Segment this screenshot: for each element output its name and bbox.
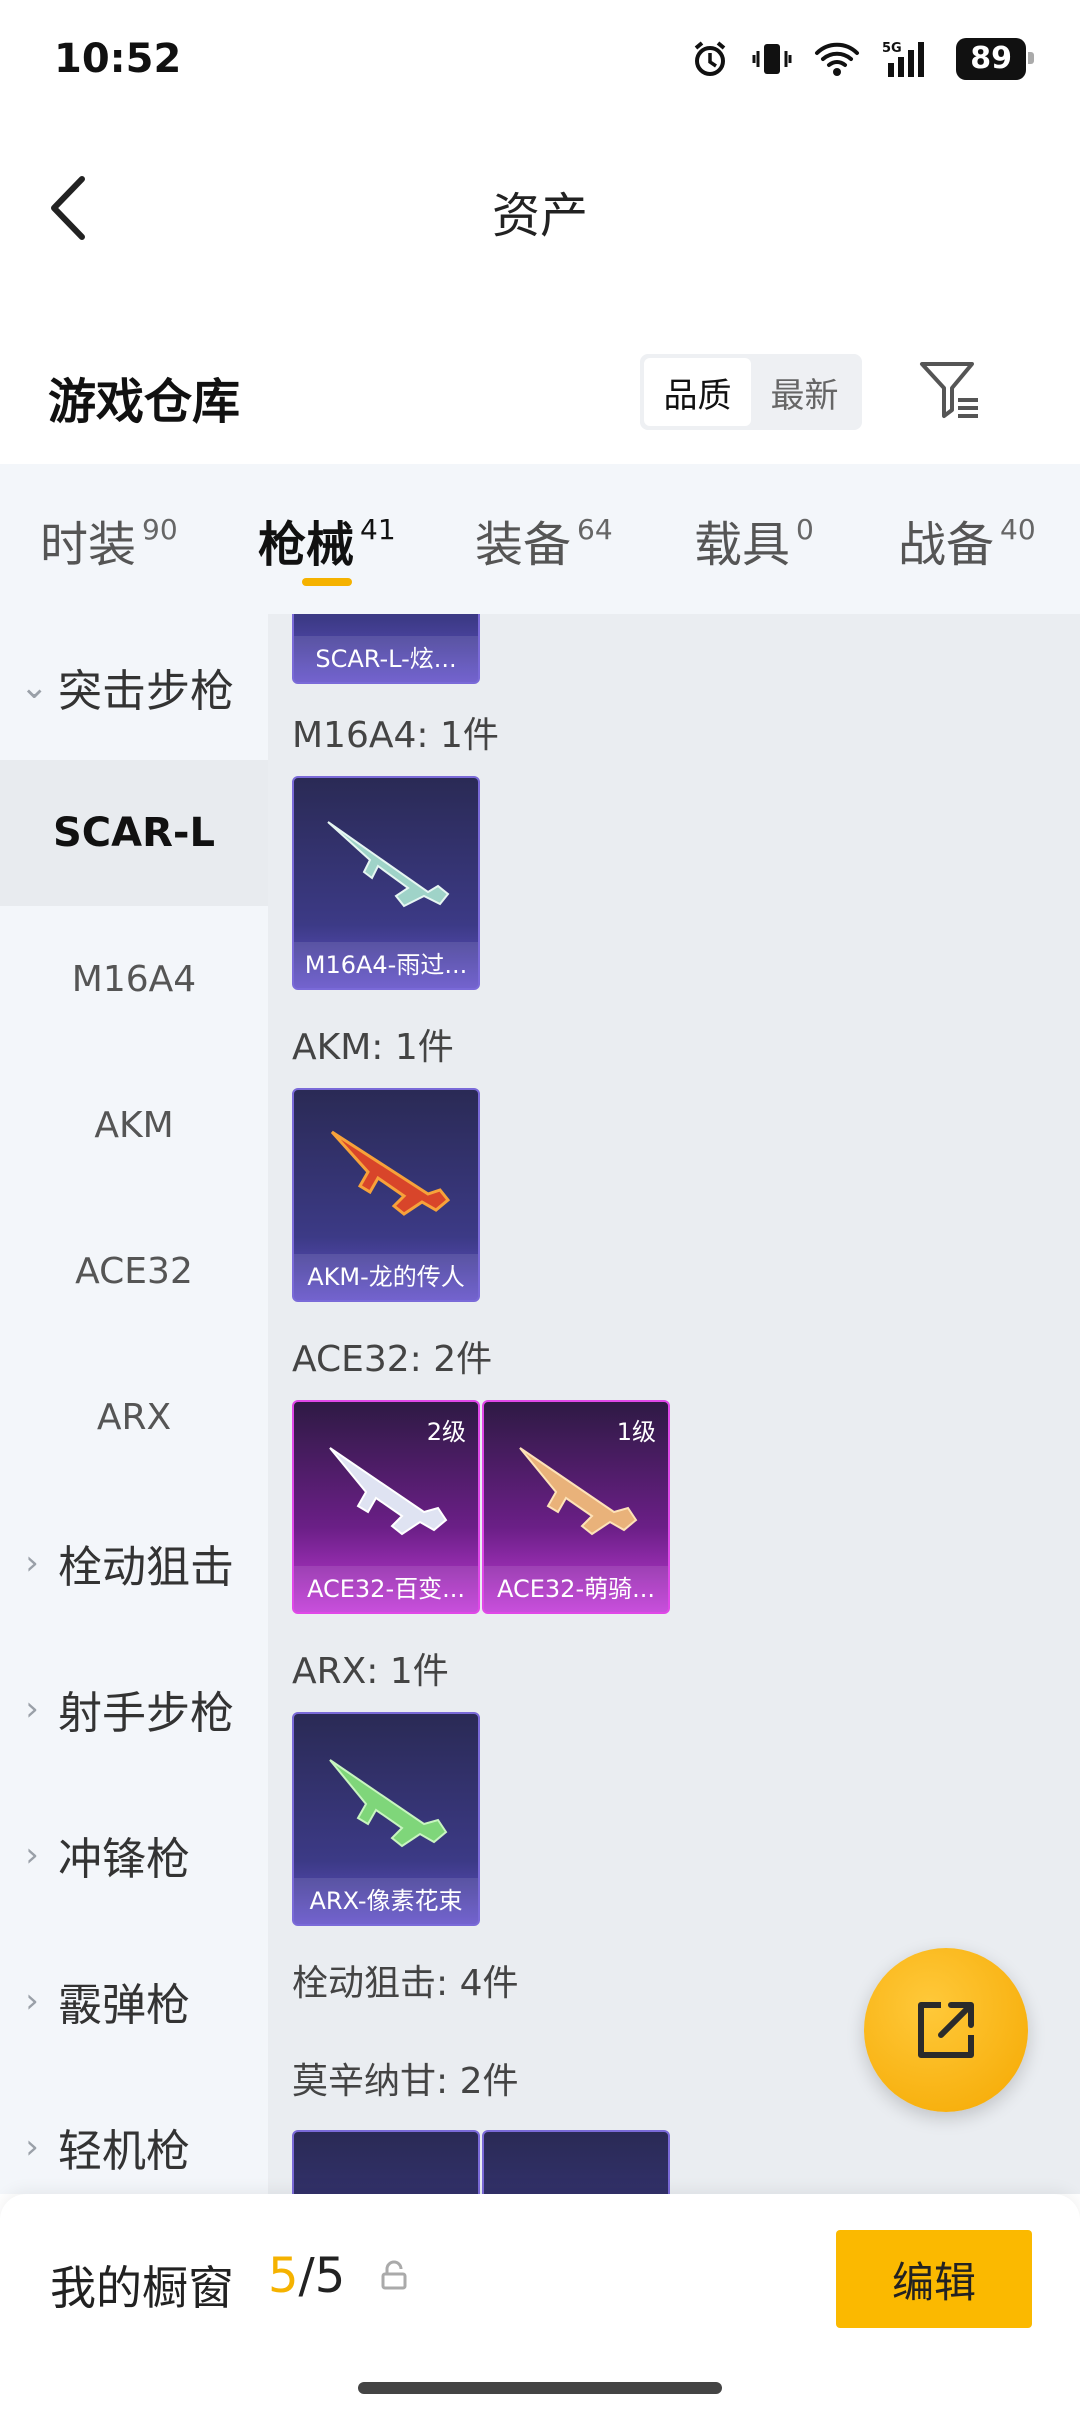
rifle-icon <box>329 1759 448 1848</box>
group-label: ACE32: 2件 <box>292 1339 493 1380</box>
item-name: ARX-像素花束 <box>294 1878 478 1924</box>
chevron-right-icon: › <box>25 1689 39 1729</box>
group-label: ARX: 1件 <box>292 1651 449 1692</box>
sidebar-group-smg[interactable]: › 冲锋枪 <box>0 1782 268 1928</box>
sidebar-group-shotgun[interactable]: › 霰弹枪 <box>0 1928 268 2074</box>
chevron-right-icon: › <box>25 1543 39 1583</box>
item-card[interactable]: AKM-龙的传人 <box>292 1088 480 1302</box>
vibrate-icon <box>752 44 792 74</box>
chevron-right-icon: › <box>25 1981 39 2021</box>
sort-toggle: 品质 最新 <box>640 354 862 430</box>
filter-icon[interactable] <box>918 358 982 422</box>
tab-gear[interactable]: 战备 40 <box>898 505 1036 575</box>
status-icons: 5G 89 <box>690 38 1034 80</box>
svg-text:5G: 5G <box>882 41 902 56</box>
share-button[interactable] <box>864 1948 1028 2112</box>
item-card[interactable]: M16A4-雨过... <box>292 776 480 990</box>
item-card[interactable]: 1级 ACE32-萌骑... <box>482 1400 670 1614</box>
signal-5g-icon: 5G <box>882 41 925 77</box>
rifle-icon <box>327 821 450 908</box>
external-link-icon <box>918 2002 974 2058</box>
item-card[interactable] <box>292 2130 480 2194</box>
tab-vehicles[interactable]: 载具 0 <box>694 505 814 575</box>
showcase-label: 我的橱窗 <box>50 2261 234 2315</box>
section-title: 游戏仓库 <box>48 374 241 430</box>
sidebar-item-scar-l[interactable]: SCAR-L <box>0 760 268 906</box>
sidebar-group-assault-rifle[interactable]: ⌄ 突击步枪 <box>0 614 268 760</box>
sidebar-group-marksman[interactable]: › 射手步枪 <box>0 1636 268 1782</box>
page-title: 资产 <box>491 188 588 244</box>
item-name: ACE32-萌骑... <box>484 1566 668 1612</box>
sidebar-item-arx[interactable]: ARX <box>0 1344 268 1490</box>
edit-button[interactable]: 编辑 <box>836 2230 1032 2328</box>
category-sidebar: ⌄ 突击步枪 SCAR-L M16A4 AKM ACE32 ARX › 栓动狙击 ›… <box>0 614 268 2194</box>
wifi-icon <box>815 42 860 76</box>
item-card[interactable]: ARX-像素花束 <box>292 1712 480 1926</box>
tab-equipment[interactable]: 装备 64 <box>475 505 613 575</box>
item-card[interactable]: SCAR-L-炫... <box>292 614 480 684</box>
home-indicator[interactable] <box>358 2382 722 2394</box>
rifle-icon <box>519 1447 638 1536</box>
group-label: M16A4: 1件 <box>292 715 499 756</box>
status-time: 10:52 <box>54 36 182 82</box>
item-card[interactable]: 2级 ACE32-百变... <box>292 1400 480 1614</box>
chevron-right-icon: › <box>25 1835 39 1875</box>
group-label: 莫辛纳甘: 2件 <box>292 2061 519 2102</box>
battery-indicator: 89 <box>956 38 1034 80</box>
group-label: 栓动狙击: 4件 <box>292 1963 519 2004</box>
item-name: ACE32-百变... <box>294 1566 478 1612</box>
chevron-down-icon: ⌄ <box>20 667 49 707</box>
sidebar-item-akm[interactable]: AKM <box>0 1052 268 1198</box>
rifle-icon <box>330 1130 451 1216</box>
rifle-icon <box>329 1447 448 1536</box>
alarm-icon <box>694 41 726 76</box>
item-card[interactable] <box>482 2130 670 2194</box>
lock-icon[interactable] <box>378 2260 410 2292</box>
tab-fashion[interactable]: 时装 90 <box>40 505 178 575</box>
showcase-count: 5/5 <box>268 2248 346 2304</box>
group-label: AKM: 1件 <box>292 1027 454 1068</box>
sidebar-item-ace32[interactable]: ACE32 <box>0 1198 268 1344</box>
sidebar-group-bolt-sniper[interactable]: › 栓动狙击 <box>0 1490 268 1636</box>
item-name: AKM-龙的传人 <box>294 1254 478 1300</box>
sort-quality-button[interactable]: 品质 <box>644 358 751 426</box>
chevron-right-icon: › <box>25 2127 39 2167</box>
sort-newest-button[interactable]: 最新 <box>751 358 858 426</box>
tab-indicator <box>302 578 352 586</box>
tab-firearms[interactable]: 枪械 41 <box>258 505 396 575</box>
item-name: M16A4-雨过... <box>294 942 478 988</box>
sidebar-item-m16a4[interactable]: M16A4 <box>0 906 268 1052</box>
item-name: SCAR-L-炫... <box>294 636 478 682</box>
